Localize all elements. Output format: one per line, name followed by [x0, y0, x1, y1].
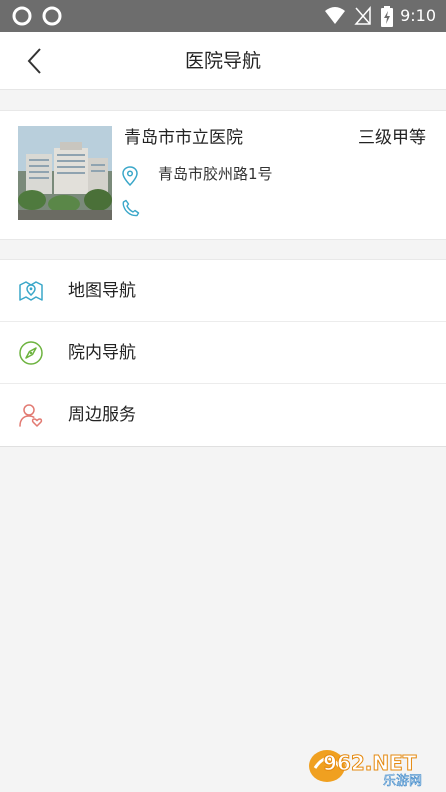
- location-pin-icon: [122, 166, 138, 186]
- hospital-level: 三级甲等: [358, 128, 426, 148]
- compass-icon: [19, 341, 43, 365]
- battery-icon: [381, 6, 393, 27]
- page-title: 医院导航: [184, 50, 261, 72]
- menu-item-label: 院内导航: [68, 343, 136, 363]
- sync-icon: [42, 6, 62, 26]
- menu-item-indoor-navigation[interactable]: 院内导航: [0, 322, 446, 384]
- map-pin-icon: [19, 281, 43, 301]
- hospital-name: 青岛市市立医院: [124, 128, 243, 148]
- navigation-menu: 地图导航 院内导航 周边服务: [0, 259, 446, 447]
- watermark-sub-text: 乐游网: [383, 774, 422, 788]
- menu-item-map-navigation[interactable]: 地图导航: [0, 260, 446, 322]
- person-heart-icon: [19, 404, 43, 427]
- site-watermark: 962.NET 乐游网: [305, 746, 440, 789]
- status-bar: 9:10: [0, 0, 446, 32]
- sync-icon: [12, 6, 32, 26]
- hospital-photo: [18, 126, 112, 220]
- signal-icon: [354, 6, 371, 25]
- top-navbar: 医院导航: [0, 32, 446, 90]
- phone-icon[interactable]: [122, 199, 140, 217]
- menu-item-nearby-services[interactable]: 周边服务: [0, 384, 446, 446]
- menu-item-label: 地图导航: [68, 281, 136, 301]
- watermark-main-text: 962.NET: [323, 751, 417, 775]
- wifi-icon: [325, 7, 345, 24]
- menu-item-label: 周边服务: [68, 405, 136, 425]
- hospital-card[interactable]: 青岛市市立医院 三级甲等 青岛市胶州路1号: [0, 110, 446, 240]
- clock: 9:10: [400, 6, 436, 25]
- hospital-address: 青岛市胶州路1号: [158, 165, 273, 183]
